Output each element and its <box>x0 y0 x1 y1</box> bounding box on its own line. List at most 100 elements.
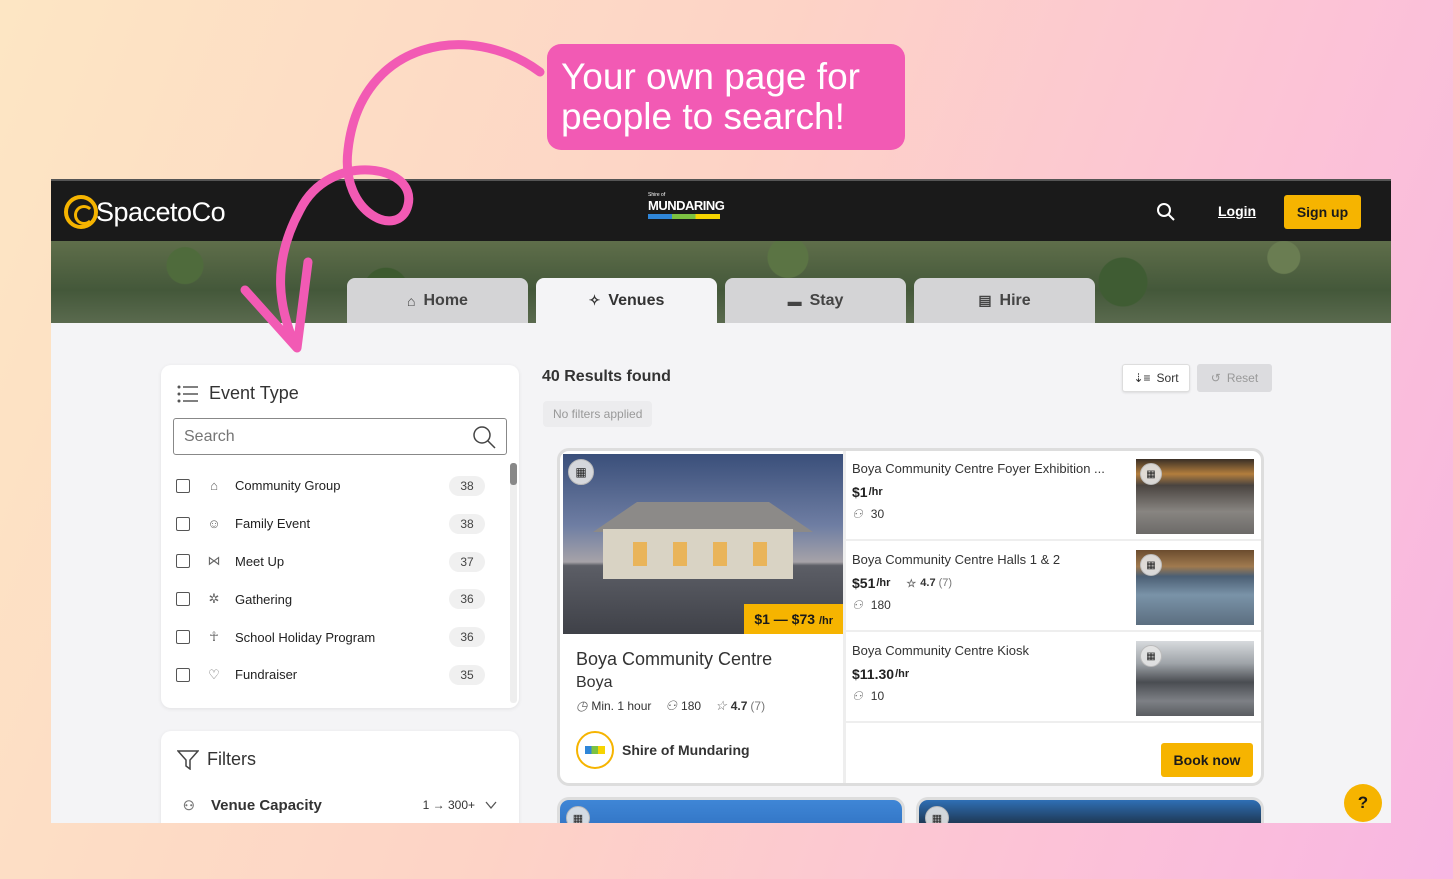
tab-home[interactable]: ⌂ Home <box>347 278 528 323</box>
building-roof <box>593 502 813 532</box>
heart-hands-icon: ♡ <box>208 666 220 682</box>
space-name: Boya Community Centre Halls 1 & 2 <box>852 552 1061 567</box>
results-count: 40 Results found <box>542 368 671 385</box>
brand-name: SpacetoCo <box>96 196 226 227</box>
calendar-icon[interactable]: ▦ <box>925 806 949 823</box>
count-badge: 37 <box>449 551 485 572</box>
space-capacity: ⚇ 10 <box>852 689 885 703</box>
price-unit: /hr <box>818 615 833 627</box>
event-type-header: Event Type <box>177 383 299 404</box>
list-item[interactable]: ♡ Fundraiser 35 <box>173 656 495 694</box>
login-link[interactable]: Login <box>1218 203 1256 219</box>
count-badge: 36 <box>449 627 485 648</box>
tab-home-label: Home <box>423 291 468 309</box>
venue-capacity-filter[interactable]: ⚇ Venue Capacity 1 → 300+ <box>183 797 499 814</box>
venue-suburb: Boya <box>576 674 613 691</box>
party-popper-icon: ✧ <box>588 292 601 308</box>
space-capacity: ⚇ 180 <box>852 598 891 612</box>
count-badge: 38 <box>449 513 485 534</box>
venue-name[interactable]: Boya Community Centre <box>576 649 772 670</box>
space-thumbnail[interactable]: ▦ <box>1136 641 1254 716</box>
space-price: $51/hr ☆ 4.7 (7) <box>852 575 953 591</box>
magnifier-icon[interactable] <box>472 425 496 449</box>
host-avatar <box>576 731 614 769</box>
book-now-button[interactable]: Book now <box>1161 743 1253 777</box>
community-icon: ⌂ <box>210 477 218 493</box>
child-icon: ☥ <box>209 629 219 645</box>
checkbox[interactable] <box>176 478 190 493</box>
signup-button[interactable]: Sign up <box>1284 195 1361 229</box>
filters-panel: Filters ⚇ Venue Capacity 1 → 300+ <box>161 731 519 823</box>
tab-hire[interactable]: ▤ Hire <box>914 278 1095 323</box>
bed-icon: ▬ <box>787 292 802 309</box>
count-badge: 36 <box>449 589 485 610</box>
list-item[interactable]: ☥ School Holiday Program 36 <box>173 618 495 656</box>
callout-line-2: people to search! <box>561 96 845 137</box>
venue-photo[interactable]: ▦ $1 — $73 /hr <box>563 454 843 634</box>
event-type-title: Event Type <box>209 383 299 403</box>
callout-bubble: Your own page for people to search! <box>547 44 905 150</box>
list-item[interactable]: ✲ Gathering 36 <box>173 580 495 618</box>
partner-logo-text: MUNDARING <box>648 198 725 213</box>
chevron-down-icon[interactable] <box>485 800 497 810</box>
building-window <box>713 542 727 566</box>
checkbox[interactable] <box>176 554 190 569</box>
event-type-label: Community Group <box>235 478 341 494</box>
handshake-icon: ⋈ <box>207 553 221 569</box>
calendar-icon[interactable]: ▦ <box>1140 463 1162 485</box>
event-type-search <box>173 418 507 455</box>
reset-icon: ↺ <box>1210 371 1221 385</box>
checkbox[interactable] <box>176 516 190 531</box>
reset-button[interactable]: ↺ Reset <box>1197 364 1272 392</box>
calendar-icon[interactable]: ▦ <box>566 806 590 823</box>
space-row[interactable]: Boya Community Centre Kiosk $11.30/hr ⚇ 1… <box>846 633 1261 723</box>
checkbox[interactable] <box>176 630 190 645</box>
space-thumbnail[interactable]: ▦ <box>1136 550 1254 625</box>
help-button[interactable]: ? <box>1344 784 1382 822</box>
space-row[interactable]: Boya Community Centre Halls 1 & 2 $51/hr… <box>846 542 1261 632</box>
checkbox[interactable] <box>176 592 190 607</box>
people-icon: ⚇ <box>852 598 863 612</box>
space-name: Boya Community Centre Kiosk <box>852 643 1030 658</box>
list-item[interactable]: ⌂ Community Group 38 <box>173 467 495 505</box>
count-badge: 35 <box>449 664 485 685</box>
spacetoco-logo[interactable]: SpacetoCo <box>64 193 226 231</box>
tab-venues-label: Venues <box>608 291 665 309</box>
list-item[interactable]: ⋈ Meet Up 37 <box>173 543 495 581</box>
space-thumbnail[interactable]: ▦ <box>1136 459 1254 534</box>
event-type-scrollbar[interactable] <box>510 463 517 703</box>
next-venue-card[interactable]: ▦ <box>916 797 1264 823</box>
calendar-icon[interactable]: ▦ <box>1140 645 1162 667</box>
sort-button[interactable]: ⇣≡ Sort <box>1122 364 1190 392</box>
venue-host[interactable]: Shire of Mundaring <box>576 731 750 769</box>
event-type-search-input[interactable] <box>174 419 464 454</box>
projector-icon: ▤ <box>978 292 992 308</box>
venue-card[interactable]: ▦ $1 — $73 /hr Boya Community Centre Boy… <box>557 448 1264 786</box>
partner-logo-stripes <box>648 214 720 219</box>
event-type-label: Gathering <box>235 591 293 607</box>
network-icon: ✲ <box>208 591 220 607</box>
space-row[interactable]: Boya Community Centre Foyer Exhibition .… <box>846 451 1261 541</box>
space-name: Boya Community Centre Foyer Exhibition .… <box>852 461 1105 476</box>
next-venue-card[interactable]: ▦ <box>557 797 905 823</box>
calendar-icon[interactable]: ▦ <box>1140 554 1162 576</box>
sort-label: Sort <box>1156 371 1179 385</box>
calendar-icon[interactable]: ▦ <box>568 459 594 485</box>
checkbox[interactable] <box>176 667 190 682</box>
min-booking: ◷ Min. 1 hour <box>576 698 652 713</box>
search-icon[interactable] <box>1155 201 1177 223</box>
clock-icon: ◷ <box>576 698 588 713</box>
top-navigation-bar: SpacetoCo Shire of MUNDARING Login Sign … <box>51 179 1391 241</box>
tab-stay-label: Stay <box>809 291 844 309</box>
spacetoco-logo-icon <box>64 195 98 229</box>
venue-rating: ☆ 4.7 (7) <box>715 698 766 713</box>
scrollbar-thumb[interactable] <box>510 463 517 485</box>
space-rating: ☆ 4.7 (7) <box>906 577 953 590</box>
list-item[interactable]: ☺ Family Event 38 <box>173 505 495 543</box>
people-icon: ⚇ <box>183 797 195 813</box>
tab-stay[interactable]: ▬ Stay <box>725 278 906 323</box>
venue-meta: ◷ Min. 1 hour ⚇ 180 ☆ 4.7 (7) <box>576 698 779 714</box>
tab-venues[interactable]: ✧ Venues <box>536 278 717 323</box>
funnel-icon <box>177 749 199 770</box>
hero-banner-image <box>51 241 1391 323</box>
